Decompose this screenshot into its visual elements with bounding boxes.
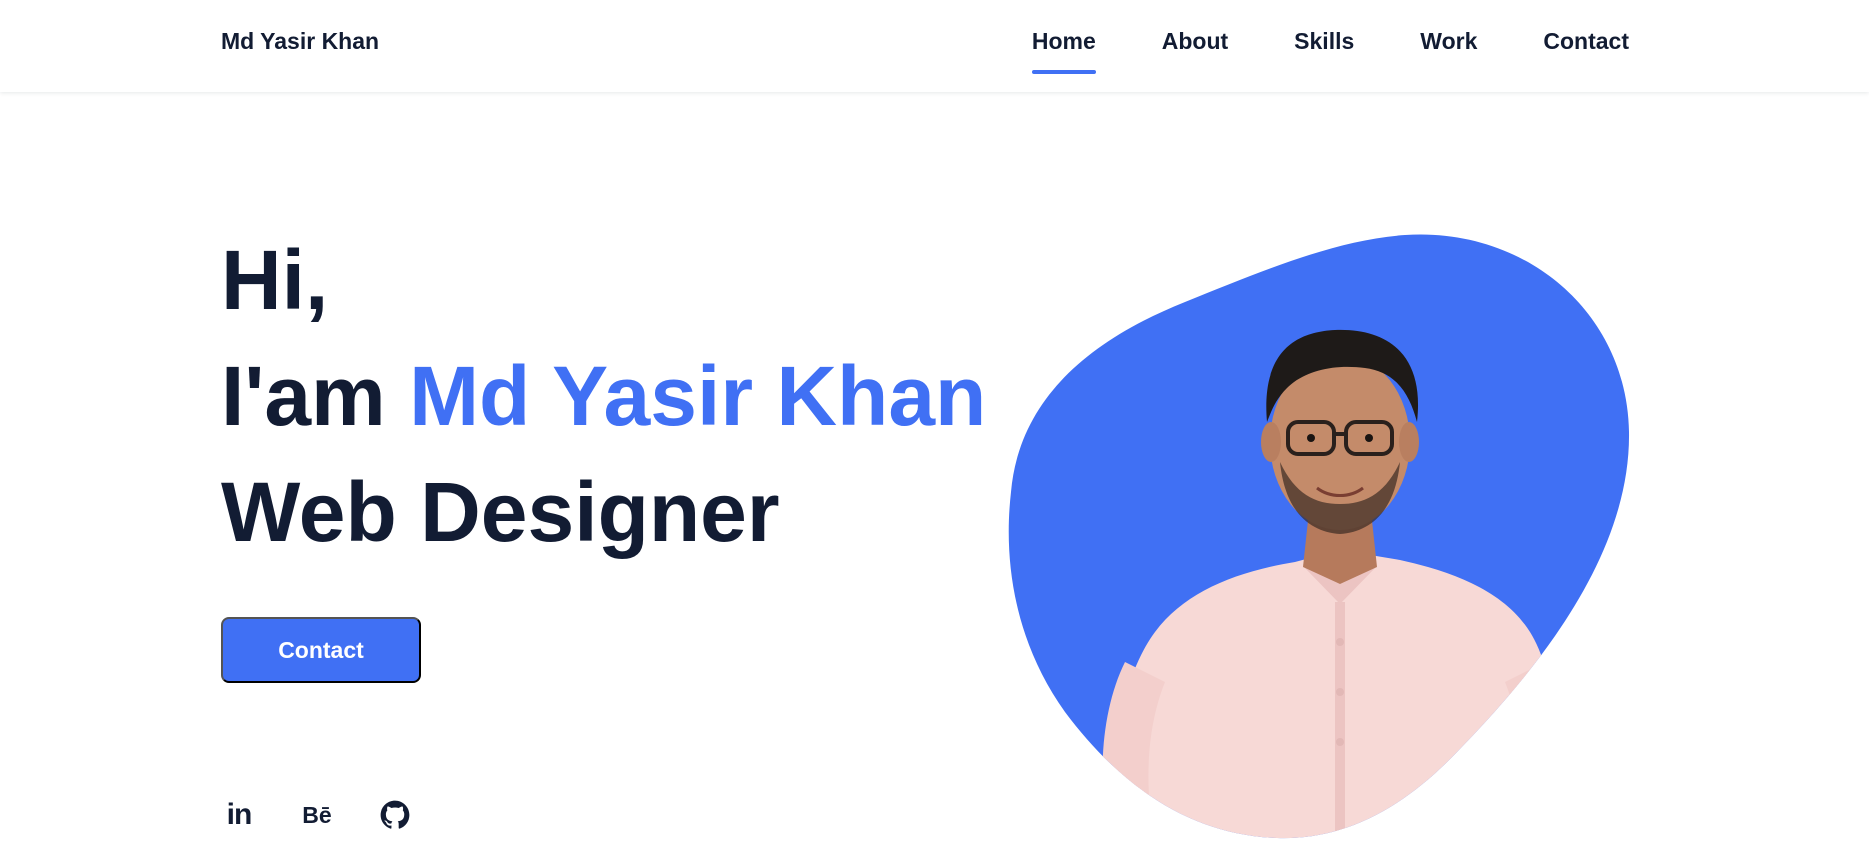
hero-image — [1005, 232, 1635, 842]
github-icon[interactable] — [377, 798, 413, 832]
linkedin-icon[interactable]: in — [221, 798, 257, 832]
behance-icon[interactable]: Bē — [299, 798, 335, 832]
main-nav: Home About Skills Work Contact — [1031, 28, 1629, 74]
nav-work[interactable]: Work — [1420, 28, 1477, 55]
behance-label: Bē — [302, 801, 332, 828]
hero-text: Hi, I'am Md Yasir Khan Web Designer — [221, 222, 986, 570]
nav-contact[interactable]: Contact — [1543, 28, 1629, 55]
hero-greeting: Hi, — [221, 233, 329, 327]
hero-role: Web Designer — [221, 465, 780, 559]
portrait-photo — [1008, 234, 1630, 839]
contact-button[interactable]: Contact — [221, 617, 421, 683]
linkedin-label: in — [226, 798, 253, 831]
site-logo[interactable]: Md Yasir Khan — [221, 28, 379, 55]
hero-name: Md Yasir Khan — [409, 349, 987, 443]
hero-intro: I'am Md Yasir Khan — [221, 338, 986, 454]
nav-skills[interactable]: Skills — [1294, 28, 1354, 55]
nav-home[interactable]: Home — [1031, 28, 1096, 74]
site-header: Md Yasir Khan Home About Skills Work Con… — [0, 0, 1869, 92]
nav-about[interactable]: About — [1162, 28, 1228, 55]
github-glyph — [380, 800, 410, 829]
social-links: in Bē — [221, 798, 413, 832]
hero-intro-prefix: I'am — [221, 349, 386, 443]
